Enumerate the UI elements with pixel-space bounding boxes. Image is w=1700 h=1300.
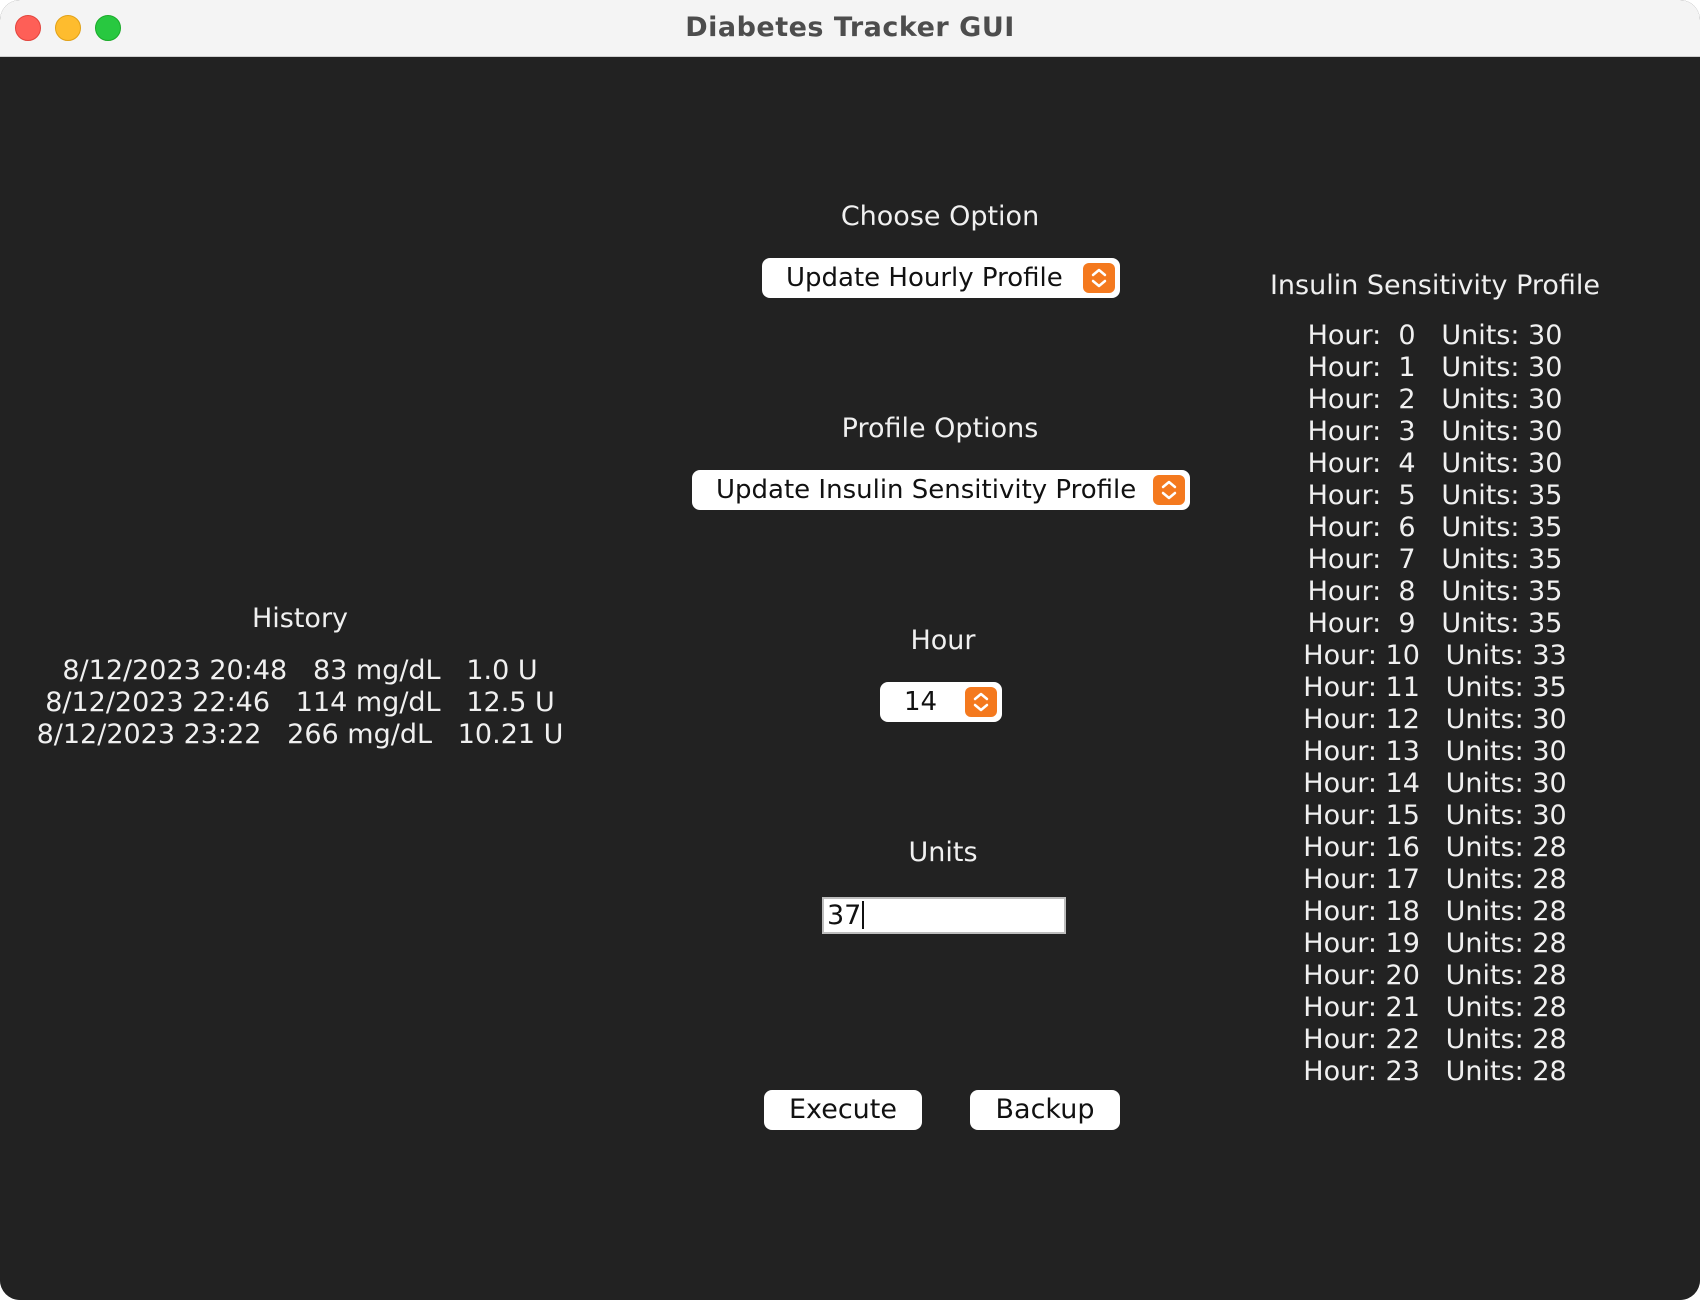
profile-row: Hour: 18 Units: 28 xyxy=(1303,896,1567,927)
history-entry: 8/12/2023 23:22 266 mg/dL 10.21 U xyxy=(36,719,564,750)
profile-row: Hour: 19 Units: 28 xyxy=(1303,928,1567,959)
profile-row: Hour: 14 Units: 30 xyxy=(1303,768,1567,799)
chevron-up-down-icon[interactable] xyxy=(965,687,997,717)
profile-row: Hour: 20 Units: 28 xyxy=(1303,960,1567,991)
history-title: History xyxy=(251,603,349,634)
profile-row: Hour: 10 Units: 33 xyxy=(1303,640,1567,671)
title-bar[interactable]: Diabetes Tracker GUI xyxy=(0,0,1700,57)
units-input-value: 37 xyxy=(827,900,862,931)
profile-row: Hour: 17 Units: 28 xyxy=(1303,864,1567,895)
profile-row: Hour: 12 Units: 30 xyxy=(1303,704,1567,735)
profile-row: Hour: 1 Units: 30 xyxy=(1307,352,1563,383)
profile-row: Hour: 6 Units: 35 xyxy=(1307,512,1563,543)
hour-label: Hour xyxy=(910,625,976,656)
profile-row: Hour: 4 Units: 30 xyxy=(1307,448,1563,479)
profile-options-select[interactable]: Update Insulin Sensitivity Profile xyxy=(692,470,1190,510)
choose-option-label: Choose Option xyxy=(840,201,1040,232)
profile-row: Hour: 21 Units: 28 xyxy=(1303,992,1567,1023)
profile-row: Hour: 22 Units: 28 xyxy=(1303,1024,1567,1055)
history-list: 8/12/2023 20:48 83 mg/dL 1.0 U 8/12/2023 … xyxy=(20,655,580,751)
text-cursor xyxy=(862,900,865,929)
window-title: Diabetes Tracker GUI xyxy=(685,12,1015,43)
sensitivity-profile-title: Insulin Sensitivity Profile xyxy=(1269,270,1601,301)
profile-row: Hour: 7 Units: 35 xyxy=(1307,544,1563,575)
profile-row: Hour: 11 Units: 35 xyxy=(1303,672,1567,703)
profile-row: Hour: 13 Units: 30 xyxy=(1303,736,1567,767)
profile-row: Hour: 9 Units: 35 xyxy=(1307,608,1563,639)
profile-row: Hour: 16 Units: 28 xyxy=(1303,832,1567,863)
profile-row: Hour: 3 Units: 30 xyxy=(1307,416,1563,447)
main-panel: Choose Option Update Hourly Profile Prof… xyxy=(0,57,1700,1300)
profile-row: Hour: 15 Units: 30 xyxy=(1303,800,1567,831)
chevron-up-down-icon[interactable] xyxy=(1083,263,1115,293)
history-entry: 8/12/2023 22:46 114 mg/dL 12.5 U xyxy=(45,687,555,718)
hour-value: 14 xyxy=(904,687,938,717)
profile-row: Hour: 0 Units: 30 xyxy=(1307,320,1563,351)
choose-option-value: Update Hourly Profile xyxy=(786,263,1063,293)
execute-button[interactable]: Execute xyxy=(764,1090,922,1130)
profile-row: Hour: 2 Units: 30 xyxy=(1307,384,1563,415)
history-entry: 8/12/2023 20:48 83 mg/dL 1.0 U xyxy=(62,655,538,686)
chevron-up-down-icon[interactable] xyxy=(1153,475,1185,505)
profile-options-value: Update Insulin Sensitivity Profile xyxy=(716,475,1137,505)
hour-select[interactable]: 14 xyxy=(880,682,1002,722)
sensitivity-profile-list: Hour: 0 Units: 30 Hour: 1 Units: 30 Hour: … xyxy=(1280,320,1590,1088)
units-label: Units xyxy=(908,837,978,868)
units-input[interactable]: 37 xyxy=(822,897,1066,934)
profile-options-label: Profile Options xyxy=(841,413,1039,444)
profile-row: Hour: 8 Units: 35 xyxy=(1307,576,1563,607)
choose-option-select[interactable]: Update Hourly Profile xyxy=(762,258,1120,298)
profile-row: Hour: 5 Units: 35 xyxy=(1307,480,1563,511)
profile-row: Hour: 23 Units: 28 xyxy=(1303,1056,1567,1087)
app-window: Diabetes Tracker GUI Choose Option Updat… xyxy=(0,0,1700,1300)
backup-button[interactable]: Backup xyxy=(970,1090,1120,1130)
